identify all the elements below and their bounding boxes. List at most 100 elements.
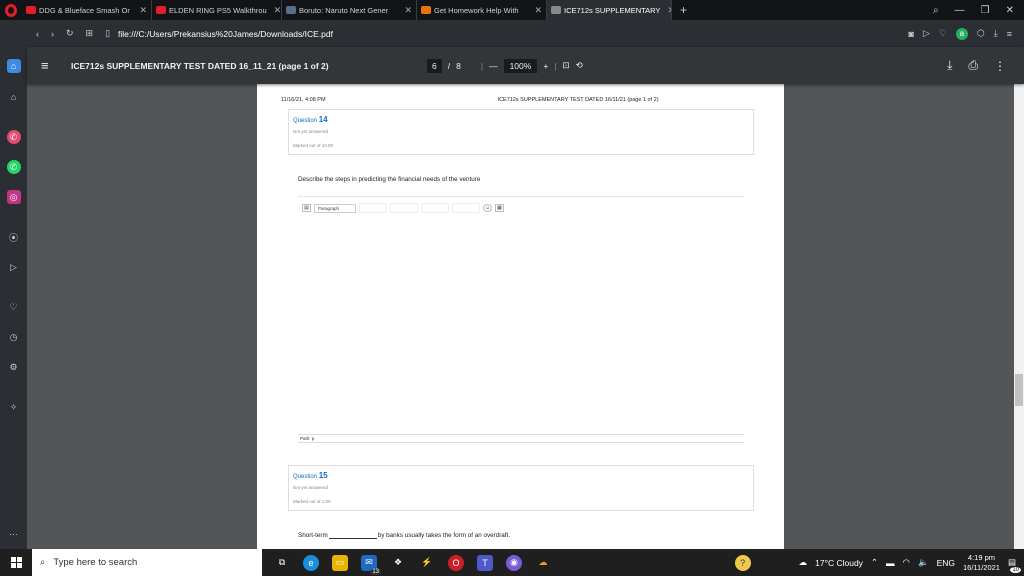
taskbar-search[interactable]: ⌕ Type here to search [32, 549, 262, 576]
language-indicator[interactable]: ENG [937, 558, 955, 568]
toolbar-toggle-icon[interactable]: ▤ [302, 204, 311, 212]
easy-setup-icon[interactable]: ≡ [1007, 29, 1012, 39]
editor-toolbar: ▤ Paragraph ☺ ▦ [298, 197, 744, 219]
battery-icon[interactable]: ▬ [886, 558, 895, 568]
close-tab-icon[interactable]: ✕ [270, 5, 281, 16]
app-circle-icon[interactable]: ◉ [506, 554, 522, 571]
hamburger-menu-icon[interactable]: ≡ [41, 58, 61, 73]
windows-taskbar: ⌕ Type here to search ⧉ e ▭ ✉ 13 ❖ ⚡ O T … [0, 549, 1024, 576]
print-icon[interactable]: ⎙ [968, 58, 978, 73]
player-icon[interactable]: ⦿ [7, 230, 21, 244]
page-number-input[interactable]: 6 [427, 58, 442, 73]
start-button[interactable] [0, 549, 32, 576]
opera-sidebar: ⌂ ⌂ ✆ ✆ ◎ ⦿ ▷ ♡ ◷ ⚙ ✧ … [0, 47, 27, 549]
speed-dial-icon[interactable]: ⌂ [7, 90, 21, 104]
lightning-app-icon[interactable]: ⚡ [419, 555, 435, 571]
flow-sidebar-icon[interactable]: ▷ [7, 260, 21, 274]
tab-0[interactable]: DDG & Blueface Smash Or ✕ [22, 0, 152, 20]
tab-favicon-icon [156, 6, 166, 14]
tab-1[interactable]: ELDEN RING PS5 Walkthrou ✕ [152, 0, 282, 20]
pinboard-icon[interactable]: ♡ [7, 300, 21, 314]
more-options-icon[interactable]: ⋮ [994, 59, 1006, 73]
settings-icon[interactable]: ⚙ [7, 360, 21, 374]
task-view-icon[interactable]: ⧉ [274, 555, 290, 571]
image-group[interactable] [452, 203, 480, 213]
messenger-icon[interactable]: ✆ [6, 130, 21, 144]
opera-taskbar-icon[interactable]: O [448, 554, 464, 571]
question-marks: Marked out of 1.00 [293, 499, 331, 504]
weather-text[interactable]: 17°C Cloudy [815, 558, 863, 568]
tab-label: ELDEN RING PS5 Walkthrou [169, 5, 267, 15]
tabs-grid-icon[interactable]: ⊞ [86, 28, 94, 39]
download-icon[interactable]: ⤓ [994, 28, 998, 39]
edge-icon[interactable]: e [303, 554, 319, 571]
forward-icon[interactable]: › [51, 29, 54, 39]
tab-label: ICE712s SUPPLEMENTARY [564, 5, 661, 15]
page-header-date: 11/16/21, 4:08 PM [281, 97, 326, 103]
zoom-in-button[interactable]: + [543, 61, 548, 71]
tab-label: DDG & Blueface Smash Or [39, 5, 130, 15]
lightbulb-icon[interactable]: ✧ [7, 400, 21, 414]
home-icon[interactable]: ⌂ [6, 59, 21, 73]
tab-2[interactable]: Boruto: Naruto Next Gener ✕ [282, 0, 417, 20]
volume-icon[interactable]: 🔈 [918, 557, 929, 568]
tab-3[interactable]: Get Homework Help With ✕ [417, 0, 547, 20]
teams-icon[interactable]: T [477, 554, 493, 571]
reload-icon[interactable]: ↻ [66, 28, 74, 39]
close-tab-icon[interactable]: ✕ [400, 5, 412, 16]
tab-search-icon[interactable]: ⌕ [933, 5, 939, 16]
list-group[interactable] [390, 203, 418, 213]
zoom-out-button[interactable]: — [489, 61, 498, 71]
mail-icon[interactable]: ✉ 13 [361, 554, 381, 575]
zoom-level[interactable]: 100% [503, 58, 538, 73]
close-window-button[interactable]: ✕ [1006, 5, 1014, 16]
amazon-icon[interactable]: a [955, 27, 968, 40]
close-tab-icon[interactable]: ✕ [530, 5, 542, 16]
question-label: Question 14 [293, 115, 328, 124]
new-tab-button[interactable]: + [672, 3, 695, 17]
close-tab-icon[interactable]: ✕ [663, 5, 671, 16]
tab-4[interactable]: ICE712s SUPPLEMENTARY✕ [547, 0, 672, 20]
divider: | [554, 60, 557, 71]
file-explorer-icon[interactable]: ▭ [332, 554, 348, 571]
dropbox-icon[interactable]: ❖ [390, 555, 406, 571]
fit-page-icon[interactable]: ⊡ [563, 60, 570, 71]
pdf-viewer[interactable]: 11/16/21, 4:08 PM ICE712s SUPPLEMENTARY … [27, 84, 1014, 549]
snapshot-icon[interactable]: ◙ [908, 29, 913, 39]
link-group[interactable] [421, 203, 449, 213]
mail-badge: 13 [370, 568, 381, 575]
flow-icon[interactable]: ▷ [923, 28, 930, 39]
extension-icon[interactable]: ⬡ [977, 28, 985, 39]
restore-button[interactable]: ❐ [981, 5, 990, 16]
clock[interactable]: 4:19 pm 16/11/2021 [963, 553, 1000, 573]
url-field[interactable]: file:///C:/Users/Prekansius%20James/Down… [118, 29, 333, 39]
question-14-text: Describe the steps in predicting the fin… [298, 176, 481, 183]
back-icon[interactable]: ‹ [36, 29, 39, 39]
instagram-icon[interactable]: ◎ [6, 190, 21, 204]
close-tab-icon[interactable]: ✕ [135, 5, 147, 16]
tab-label: Get Homework Help With [434, 5, 519, 15]
notifications-icon[interactable]: ▤ 10 [1008, 557, 1021, 573]
help-icon[interactable]: ? [734, 554, 751, 571]
format-select[interactable]: Paragraph [314, 203, 356, 213]
editor-path: Path: p [298, 434, 744, 443]
history-icon[interactable]: ◷ [7, 330, 21, 344]
minimize-button[interactable]: — [955, 5, 965, 16]
more-icon[interactable]: … [7, 525, 21, 539]
rotate-icon[interactable]: ⟲ [576, 60, 583, 71]
fill-blank [328, 532, 377, 539]
bold-italic-group[interactable] [359, 203, 387, 213]
download-pdf-icon[interactable]: ⤓ [947, 58, 952, 73]
whatsapp-icon[interactable]: ✆ [6, 160, 21, 174]
cloud-app-icon[interactable]: ☁ [535, 555, 551, 571]
weather-icon[interactable]: ☁ [799, 557, 808, 568]
answer-editor[interactable]: ▤ Paragraph ☺ ▦ [298, 196, 744, 446]
media-icon[interactable]: ▦ [495, 204, 504, 212]
vertical-scrollbar[interactable] [1014, 84, 1024, 549]
tray-chevron-icon[interactable]: ⌃ [871, 557, 878, 568]
network-icon[interactable]: ◠ [903, 557, 910, 568]
scrollbar-thumb[interactable] [1015, 374, 1023, 406]
opera-menu-icon[interactable] [0, 0, 22, 20]
emoji-icon[interactable]: ☺ [483, 204, 492, 212]
heart-icon[interactable]: ♡ [939, 28, 947, 39]
